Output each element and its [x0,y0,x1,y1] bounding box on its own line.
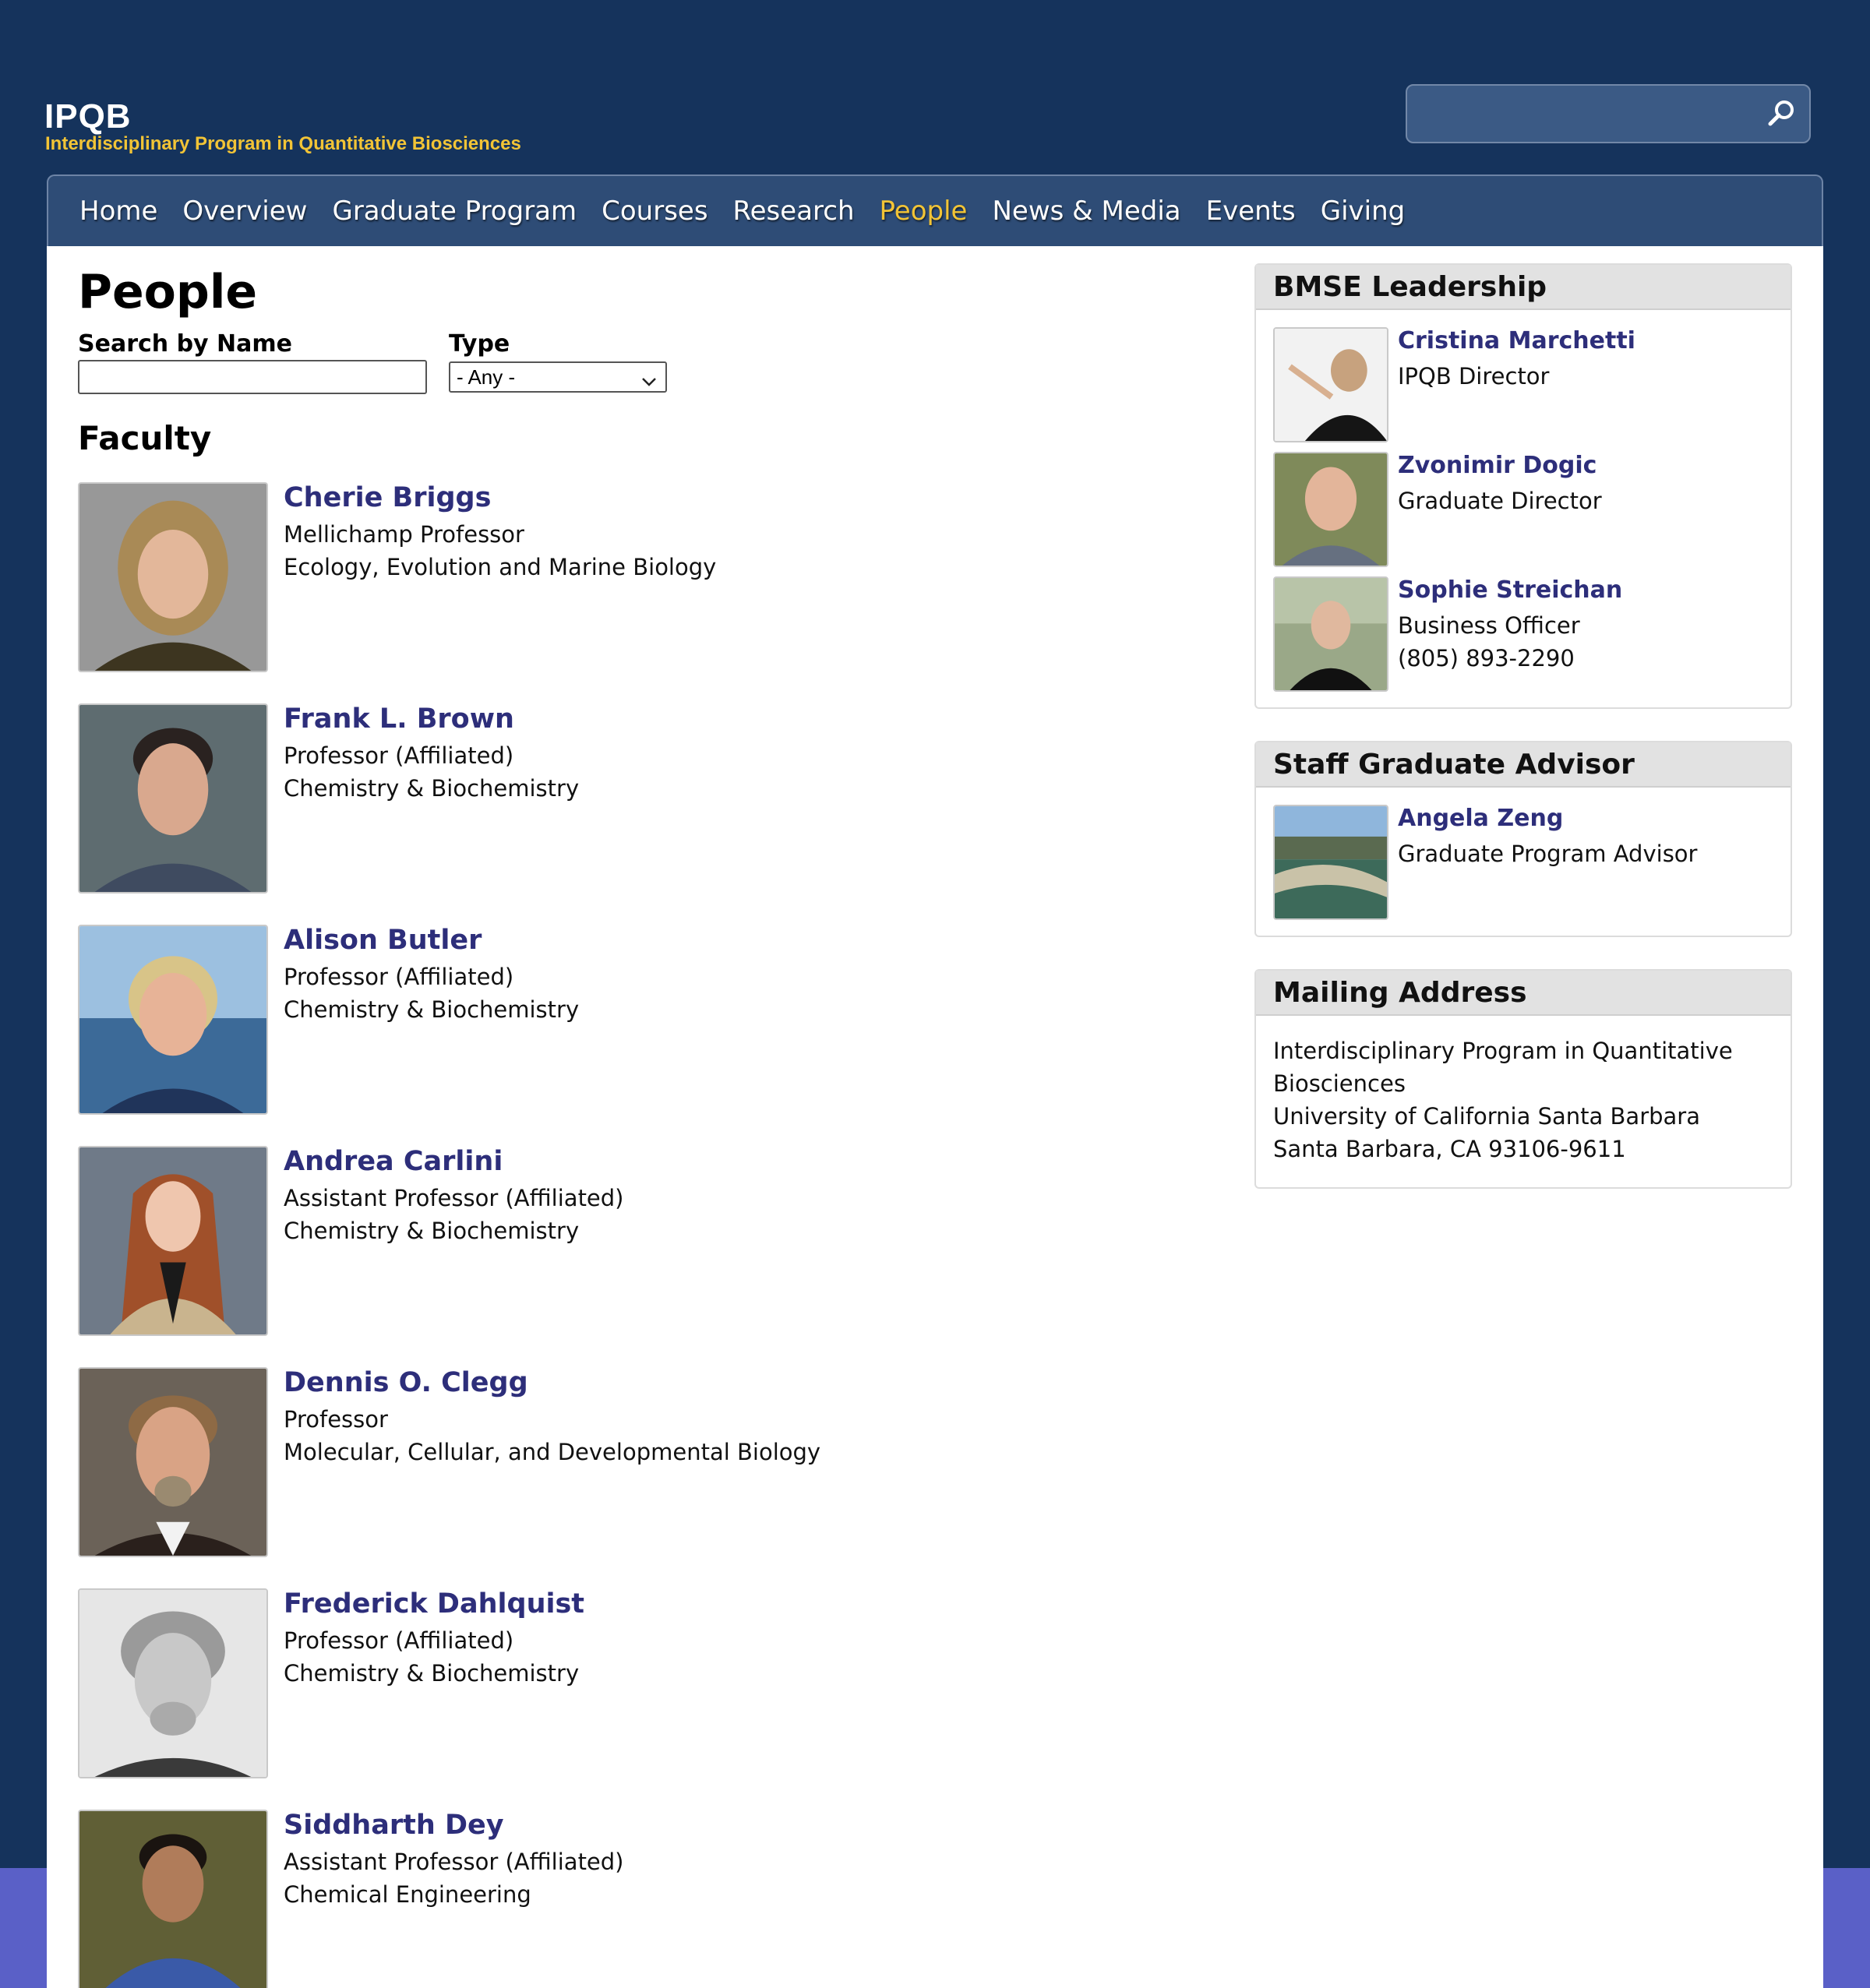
address-line: University of California Santa Barbara [1273,1103,1700,1130]
nav-courses[interactable]: Courses [602,196,707,227]
address-line: Interdisciplinary Program in Quantitativ… [1273,1038,1733,1064]
faculty-name[interactable]: Alison Butler [284,925,482,956]
faculty-department: Chemistry & Biochemistry [284,1218,580,1244]
faculty-name[interactable]: Frederick Dahlquist [284,1588,584,1620]
site-logo-title[interactable]: IPQB [44,100,132,134]
leader-role: IPQB Director [1398,363,1550,389]
type-select-value: - Any - [457,365,516,389]
leader-name[interactable]: Sophie Streichan [1398,576,1622,604]
faculty-title: Professor (Affiliated) [284,1627,514,1654]
advisor-name[interactable]: Angela Zeng [1398,805,1563,832]
leader-photo[interactable] [1273,452,1388,567]
nav-home[interactable]: Home [79,196,157,227]
leader-phone: (805) 893-2290 [1398,645,1575,671]
faculty-item: Frank L. Brown Professor (Affiliated) Ch… [78,703,1013,894]
site-search-input[interactable] [1406,84,1811,143]
faculty-name[interactable]: Andrea Carlini [284,1146,503,1177]
faculty-photo[interactable] [78,925,268,1115]
faculty-heading: Faculty [78,419,212,457]
faculty-department: Chemistry & Biochemistry [284,996,580,1023]
leader-item: Cristina Marchetti IPQB Director [1273,327,1772,442]
faculty-item: Alison Butler Professor (Affiliated) Che… [78,925,1013,1115]
chevron-down-icon [640,369,658,386]
name-search-input[interactable] [78,360,427,394]
faculty-item: Cherie Briggs Mellichamp Professor Ecolo… [78,482,1013,672]
faculty-name[interactable]: Cherie Briggs [284,482,491,513]
faculty-title: Professor [284,1406,388,1433]
leader-photo[interactable] [1273,327,1388,442]
advisor-photo[interactable] [1273,805,1388,920]
faculty-department: Chemical Engineering [284,1881,531,1908]
faculty-name[interactable]: Dennis O. Clegg [284,1367,528,1398]
nav-graduate-program[interactable]: Graduate Program [332,196,577,227]
address-line: Biosciences [1273,1070,1406,1097]
mailing-address-box: Mailing Address Interdisciplinary Progra… [1254,969,1792,1189]
faculty-department: Molecular, Cellular, and Developmental B… [284,1439,821,1465]
faculty-photo[interactable] [78,1588,268,1778]
main-nav: Home Overview Graduate Program Courses R… [47,174,1823,246]
advisor-item: Angela Zeng Graduate Program Advisor [1273,805,1772,920]
site-logo-subtitle[interactable]: Interdisciplinary Program in Quantitativ… [45,135,521,153]
nav-events[interactable]: Events [1206,196,1296,227]
leader-name[interactable]: Cristina Marchetti [1398,327,1635,354]
nav-overview[interactable]: Overview [182,196,307,227]
advisor-box: Staff Graduate Advisor Angela Zeng Gradu… [1254,741,1792,937]
faculty-item: Dennis O. Clegg Professor Molecular, Cel… [78,1367,1013,1557]
faculty-department: Chemistry & Biochemistry [284,775,580,802]
nav-research[interactable]: Research [733,196,855,227]
leader-role: Graduate Director [1398,488,1602,514]
type-select[interactable]: - Any - [449,361,667,393]
faculty-title: Professor (Affiliated) [284,964,514,990]
faculty-photo[interactable] [78,1810,268,1988]
leader-role: Business Officer [1398,612,1580,639]
nav-giving[interactable]: Giving [1321,196,1406,227]
faculty-name[interactable]: Frank L. Brown [284,703,514,735]
faculty-item: Siddharth Dey Assistant Professor (Affil… [78,1810,1013,1988]
faculty-photo[interactable] [78,482,268,672]
advisor-heading: Staff Graduate Advisor [1256,742,1791,788]
faculty-name[interactable]: Siddharth Dey [284,1810,504,1841]
faculty-photo[interactable] [78,703,268,894]
faculty-item: Andrea Carlini Assistant Professor (Affi… [78,1146,1013,1336]
faculty-title: Mellichamp Professor [284,521,524,548]
faculty-photo[interactable] [78,1367,268,1557]
leader-item: Sophie Streichan Business Officer (805) … [1273,576,1772,692]
search-by-name-label: Search by Name [78,330,293,358]
search-icon[interactable] [1766,98,1797,129]
address-line: Santa Barbara, CA 93106-9611 [1273,1136,1626,1162]
page-title: People [78,265,258,319]
nav-people[interactable]: People [880,196,968,227]
leadership-heading: BMSE Leadership [1256,265,1791,310]
faculty-photo[interactable] [78,1146,268,1336]
leader-item: Zvonimir Dogic Graduate Director [1273,452,1772,567]
nav-news-media[interactable]: News & Media [992,196,1180,227]
mailing-address-heading: Mailing Address [1256,971,1791,1016]
leader-photo[interactable] [1273,576,1388,692]
type-label: Type [449,330,510,358]
faculty-department: Ecology, Evolution and Marine Biology [284,554,717,580]
faculty-title: Professor (Affiliated) [284,742,514,769]
advisor-role: Graduate Program Advisor [1398,841,1698,867]
leader-name[interactable]: Zvonimir Dogic [1398,452,1597,479]
faculty-item: Frederick Dahlquist Professor (Affiliate… [78,1588,1013,1778]
faculty-title: Assistant Professor (Affiliated) [284,1849,624,1875]
faculty-title: Assistant Professor (Affiliated) [284,1185,624,1211]
leadership-box: BMSE Leadership Cristina Marchetti IPQB … [1254,263,1792,709]
faculty-department: Chemistry & Biochemistry [284,1660,580,1687]
main-content: People Search by Name Type - Any - Facul… [47,246,1823,1988]
